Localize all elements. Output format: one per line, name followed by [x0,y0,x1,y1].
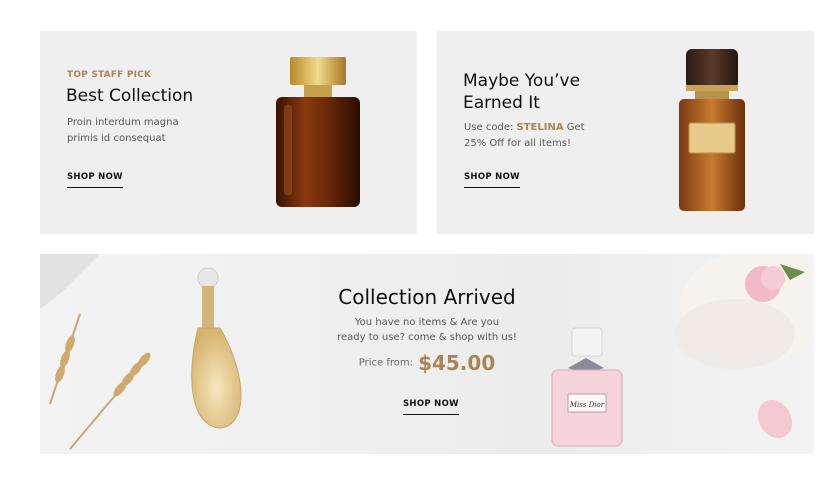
card-title-line1: Maybe You’ve [463,71,581,91]
perfume-bottle-amber-image [272,57,362,209]
shop-now-link[interactable]: SHOP NOW [403,399,459,415]
perfume-bottle-cognac-image [677,49,747,213]
eyebrow-label: TOP STAFF PICK [67,70,152,80]
banner-description-line1: You have no items & Are you [354,317,500,328]
shop-now-link[interactable]: SHOP NOW [67,172,123,188]
banner-title: Collection Arrived [338,285,516,309]
promo-code-line: Use code: STELINA Get [464,120,585,136]
promo-code: STELINA [516,122,564,133]
collection-arrived-banner: Miss Dior Collection Arrived You have no… [40,254,814,454]
card-description-line2: primis id consequat [67,133,166,144]
price-row: Price from: $45.00 [40,351,814,375]
promo-card-best-collection: TOP STAFF PICK Best Collection Proin int… [40,31,417,234]
code-suffix: Get [563,122,585,133]
promo-card-earned-it: Maybe You’ve Earned It Use code: STELINA… [437,31,814,234]
card-title: Best Collection [66,86,194,106]
card-description-line1: Proin interdum magna [67,117,179,128]
code-prefix: Use code: [464,122,517,133]
shop-now-link[interactable]: SHOP NOW [464,172,520,188]
price-value: $45.00 [418,351,496,375]
card-description-line2: 25% Off for all items! [464,138,571,149]
card-title-line2: Earned It [463,93,540,113]
bottle-label: Miss Dior [569,401,605,409]
price-label: Price from: [358,357,413,369]
banner-description-line2: ready to use? come & shop with us! [337,332,517,343]
